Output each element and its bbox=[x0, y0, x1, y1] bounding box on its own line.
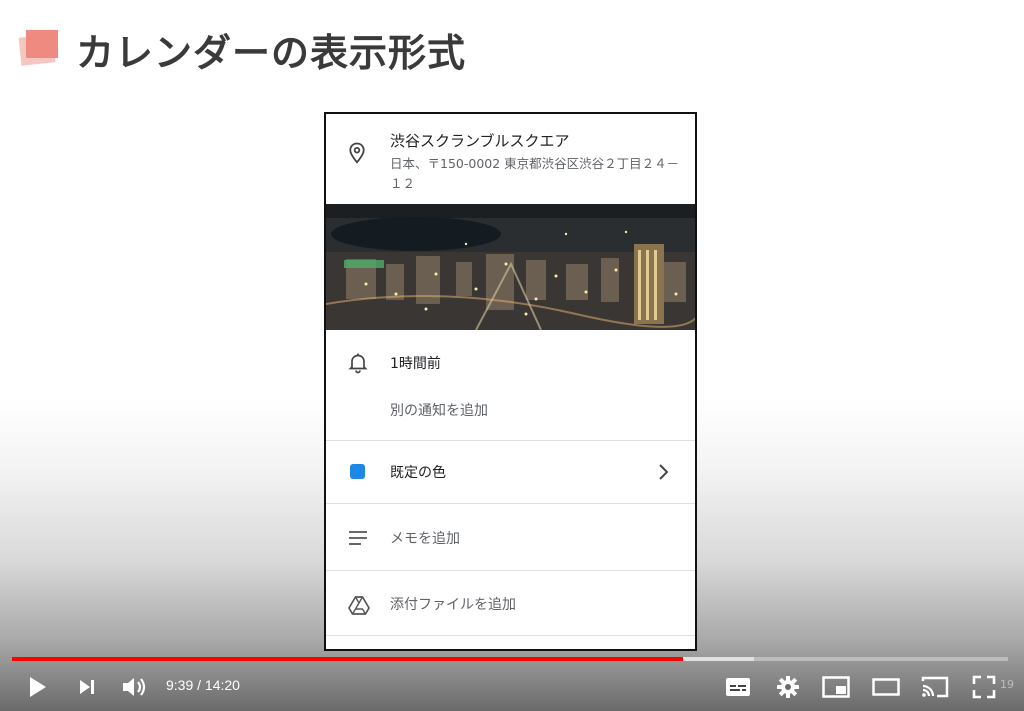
location-name: 渋谷スクランブルスクエア bbox=[390, 132, 570, 150]
add-memo-row[interactable]: メモを追加 bbox=[326, 504, 695, 570]
miniplayer-icon bbox=[822, 676, 850, 698]
slide-accent-mark bbox=[18, 30, 58, 66]
play-icon bbox=[30, 677, 46, 697]
add-attachment-row[interactable]: 添付ファイルを追加 bbox=[326, 571, 695, 635]
theater-mode-button[interactable] bbox=[870, 668, 902, 706]
drive-icon bbox=[348, 596, 370, 615]
bell-icon bbox=[348, 353, 368, 374]
skip-next-icon bbox=[80, 680, 94, 694]
volume-icon bbox=[123, 678, 146, 696]
add-memo-label: メモを追加 bbox=[390, 531, 460, 547]
subtitles-icon bbox=[726, 678, 750, 696]
fullscreen-icon bbox=[972, 675, 996, 699]
night-city-view-photo bbox=[326, 204, 695, 330]
time-display: 9:39 / 14:20 bbox=[166, 677, 240, 693]
subtitles-button[interactable] bbox=[722, 668, 754, 706]
color-row[interactable]: 既定の色 bbox=[326, 441, 695, 503]
notification-time-label: 1時間前 bbox=[390, 356, 441, 372]
location-row[interactable]: 渋谷スクランブルスクエア 日本、〒150-0002 東京都渋谷区渋谷２丁目２４－… bbox=[326, 114, 695, 206]
divider bbox=[326, 635, 695, 636]
slide-title: カレンダーの表示形式 bbox=[76, 31, 467, 75]
chevron-right-icon bbox=[659, 464, 669, 480]
play-button[interactable] bbox=[22, 668, 52, 706]
theater-mode-icon bbox=[872, 678, 900, 696]
color-swatch bbox=[350, 464, 365, 479]
notes-icon bbox=[349, 531, 367, 545]
progress-bar[interactable] bbox=[12, 657, 1008, 661]
next-button[interactable] bbox=[72, 668, 102, 706]
video-frame[interactable]: カレンダーの表示形式 渋谷スクランブルスクエア 日本、〒150-0002 東京都… bbox=[0, 0, 1024, 711]
gear-icon bbox=[777, 676, 799, 698]
volume-button[interactable] bbox=[118, 668, 152, 706]
notification-row[interactable]: 1時間前 bbox=[326, 340, 695, 384]
phone-screen: 渋谷スクランブルスクエア 日本、〒150-0002 東京都渋谷区渋谷２丁目２４－… bbox=[324, 112, 697, 651]
add-notification-button[interactable]: 別の通知を追加 bbox=[390, 400, 488, 420]
cast-icon bbox=[921, 676, 949, 698]
cast-button[interactable] bbox=[918, 668, 952, 706]
color-label: 既定の色 bbox=[390, 465, 446, 481]
map-pin-icon bbox=[349, 142, 365, 164]
add-attachment-label: 添付ファイルを追加 bbox=[390, 597, 516, 613]
progress-played bbox=[12, 657, 684, 661]
player-controls: 9:39 / 14:20 19 bbox=[0, 668, 1024, 706]
miniplayer-button[interactable] bbox=[820, 668, 852, 706]
location-address: 日本、〒150-0002 東京都渋谷区渋谷２丁目２４－１２ bbox=[390, 156, 680, 191]
settings-button[interactable] bbox=[772, 668, 804, 706]
corner-page-number: 19 bbox=[1000, 678, 1014, 691]
fullscreen-button[interactable] bbox=[968, 668, 1000, 706]
